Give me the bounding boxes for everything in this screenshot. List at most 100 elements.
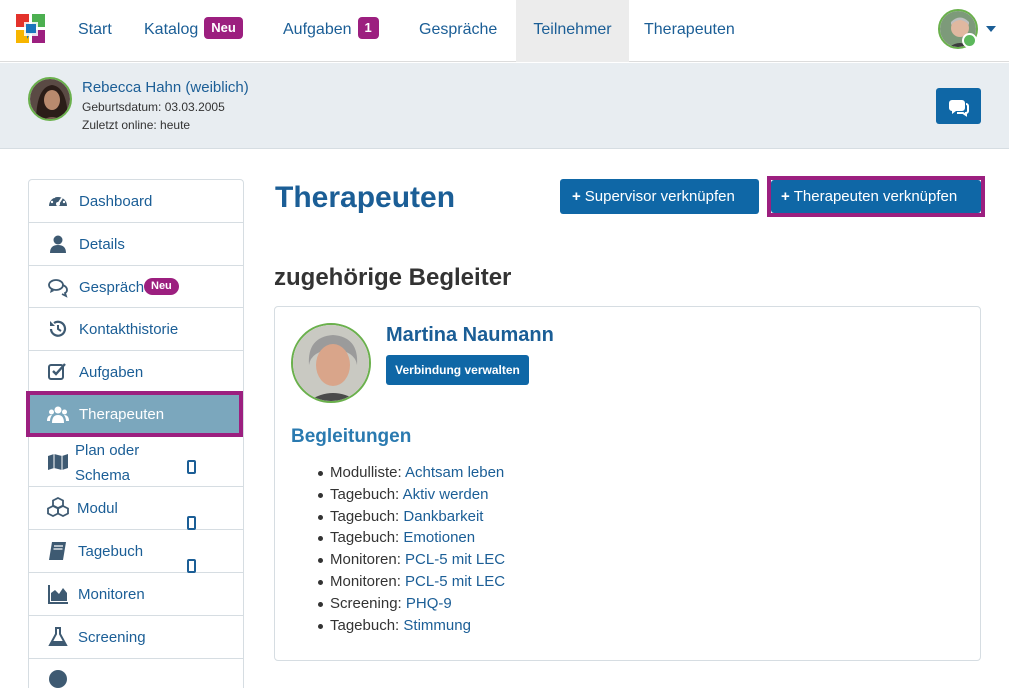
sidebar-item-plan-oder-schema[interactable]: Plan oder Schema xyxy=(29,436,243,487)
item-link[interactable]: Stimmung xyxy=(403,617,471,634)
sidebar-label: Kontakthistorie xyxy=(79,321,179,338)
sidebar-item-details[interactable]: Details xyxy=(29,223,243,266)
item-type: Monitoren: xyxy=(330,572,401,590)
patient-birthdate: Geburtsdatum: 03.03.2005 xyxy=(82,100,225,114)
list-item: Screening: PHQ-9 xyxy=(318,593,505,615)
sidebar-label: Modul xyxy=(77,500,118,517)
therapist-card: Martina Naumann Verbindung verwalten Beg… xyxy=(274,306,981,661)
mobile-icon xyxy=(187,559,196,573)
nav-therapeuten-label: Therapeuten xyxy=(644,21,735,38)
subsection-title: Begleitungen xyxy=(291,426,412,447)
app-logo[interactable] xyxy=(14,12,48,48)
checkbox-icon xyxy=(48,363,66,380)
therapist-name[interactable]: Martina Naumann xyxy=(386,324,554,347)
item-type: Tagebuch: xyxy=(330,485,400,503)
nav-katalog[interactable]: Katalog Neu xyxy=(144,0,243,62)
sidebar-item-tagebuch[interactable]: Tagebuch xyxy=(29,530,243,573)
dashboard-icon xyxy=(49,195,67,206)
sidebar-item-gespraeche[interactable]: Gespräche xyxy=(29,266,243,308)
flask-icon xyxy=(48,627,68,646)
sidebar-label: Details xyxy=(79,236,125,253)
sidebar-label: Monitoren xyxy=(78,586,145,603)
list-item: Monitoren: PCL-5 mit LEC xyxy=(318,549,505,571)
item-type: Tagebuch: xyxy=(330,529,400,547)
nav-katalog-label: Katalog xyxy=(144,21,199,38)
list-item: Tagebuch: Dankbarkeit xyxy=(318,506,505,528)
button-label: Therapeuten verknüpfen xyxy=(793,188,958,205)
count-badge: 1 xyxy=(357,17,379,39)
button-label: Supervisor verknüpfen xyxy=(584,188,735,205)
nav-teilnehmer[interactable]: Teilnehmer xyxy=(516,0,629,62)
nav-teilnehmer-label: Teilnehmer xyxy=(533,21,612,38)
sidebar-label: Tagebuch xyxy=(78,543,144,560)
chevron-down-icon[interactable] xyxy=(986,26,996,32)
nav-gespraeche-label: Gespräche xyxy=(419,21,498,38)
sidebar-label: Gespräche xyxy=(79,279,153,296)
link-supervisor-button[interactable]: + Supervisor verknüpfen xyxy=(560,179,759,214)
sidebar-label-line2: Schema xyxy=(75,467,131,484)
sidebar-item-aufgaben[interactable]: Aufgaben xyxy=(29,351,243,394)
sidebar-label: Aufgaben xyxy=(79,364,144,381)
sidebar-label: Screening xyxy=(78,629,146,646)
cubes-icon xyxy=(47,497,69,518)
item-link[interactable]: Achtsam leben xyxy=(405,464,504,481)
new-badge: Neu xyxy=(144,278,179,295)
patient-avatar xyxy=(28,77,72,121)
list-item: Monitoren: PCL-5 mit LEC xyxy=(318,571,505,593)
comments-icon xyxy=(949,100,969,117)
sidebar-item-next[interactable] xyxy=(29,659,243,688)
top-navbar: Start Katalog Neu Aufgaben 1 Gespräche Tei… xyxy=(0,0,1009,62)
nav-aufgaben[interactable]: Aufgaben 1 xyxy=(283,0,379,62)
user-icon xyxy=(50,235,66,253)
patient-header: Rebecca Hahn (weiblich) Geburtsdatum: 03… xyxy=(0,63,1009,149)
sidebar-active-highlight xyxy=(26,391,243,437)
page-title: Therapeuten xyxy=(275,181,456,214)
item-type: Monitoren: xyxy=(330,551,401,569)
item-link[interactable]: Aktiv werden xyxy=(403,486,489,503)
plus-icon: + xyxy=(572,188,581,205)
new-badge: Neu xyxy=(204,17,243,39)
mobile-icon xyxy=(187,460,196,474)
list-item: Tagebuch: Emotionen xyxy=(318,527,505,549)
mobile-icon xyxy=(187,516,196,530)
item-type: Screening: xyxy=(330,594,402,612)
area-chart-icon xyxy=(48,585,68,604)
item-link[interactable]: PCL-5 mit LEC xyxy=(405,573,505,590)
chat-button[interactable] xyxy=(936,88,981,124)
nav-start-label: Start xyxy=(78,21,112,38)
sidebar-item-modul[interactable]: Modul xyxy=(29,487,243,530)
link-therapist-button[interactable]: + Therapeuten verknüpfen xyxy=(771,180,981,213)
sidebar-item-monitoren[interactable]: Monitoren xyxy=(29,573,243,616)
item-link[interactable]: Emotionen xyxy=(403,529,475,546)
list-item: Modulliste: Achtsam leben xyxy=(318,462,505,484)
nav-therapeuten[interactable]: Therapeuten xyxy=(644,0,735,62)
therapist-avatar xyxy=(291,323,371,403)
item-type: Tagebuch: xyxy=(330,616,400,634)
chat-icon xyxy=(48,279,68,298)
circle-icon xyxy=(49,670,67,688)
sidebar-item-kontakthistorie[interactable]: Kontakthistorie xyxy=(29,308,243,351)
sidebar-item-dashboard[interactable]: Dashboard xyxy=(29,180,243,223)
sidebar-label: Plan oder xyxy=(75,442,140,459)
list-item: Tagebuch: Stimmung xyxy=(318,615,505,637)
plus-icon: + xyxy=(781,188,790,205)
nav-gespraeche[interactable]: Gespräche xyxy=(419,0,497,62)
history-icon xyxy=(49,320,67,337)
sidebar-item-screening[interactable]: Screening xyxy=(29,616,243,659)
nav-aufgaben-label: Aufgaben xyxy=(283,21,352,38)
book-icon xyxy=(49,542,66,560)
patient-last-online: Zuletzt online: heute xyxy=(82,118,191,132)
manage-connection-button[interactable]: Verbindung verwalten xyxy=(386,355,529,385)
item-link[interactable]: PCL-5 mit LEC xyxy=(405,551,505,568)
item-link[interactable]: Dankbarkeit xyxy=(403,508,483,525)
item-link[interactable]: PHQ-9 xyxy=(406,595,452,612)
section-title: zugehörige Begleiter xyxy=(274,264,512,291)
visibility-eye-icon xyxy=(962,33,977,48)
item-type: Modulliste: xyxy=(330,464,402,481)
list-item: Tagebuch: Aktiv werden xyxy=(318,484,505,506)
sidebar-label: Dashboard xyxy=(79,193,153,210)
map-icon xyxy=(48,454,68,470)
nav-start[interactable]: Start xyxy=(78,0,112,62)
item-type: Tagebuch: xyxy=(330,507,400,525)
patient-name[interactable]: Rebecca Hahn (weiblich) xyxy=(82,79,249,96)
